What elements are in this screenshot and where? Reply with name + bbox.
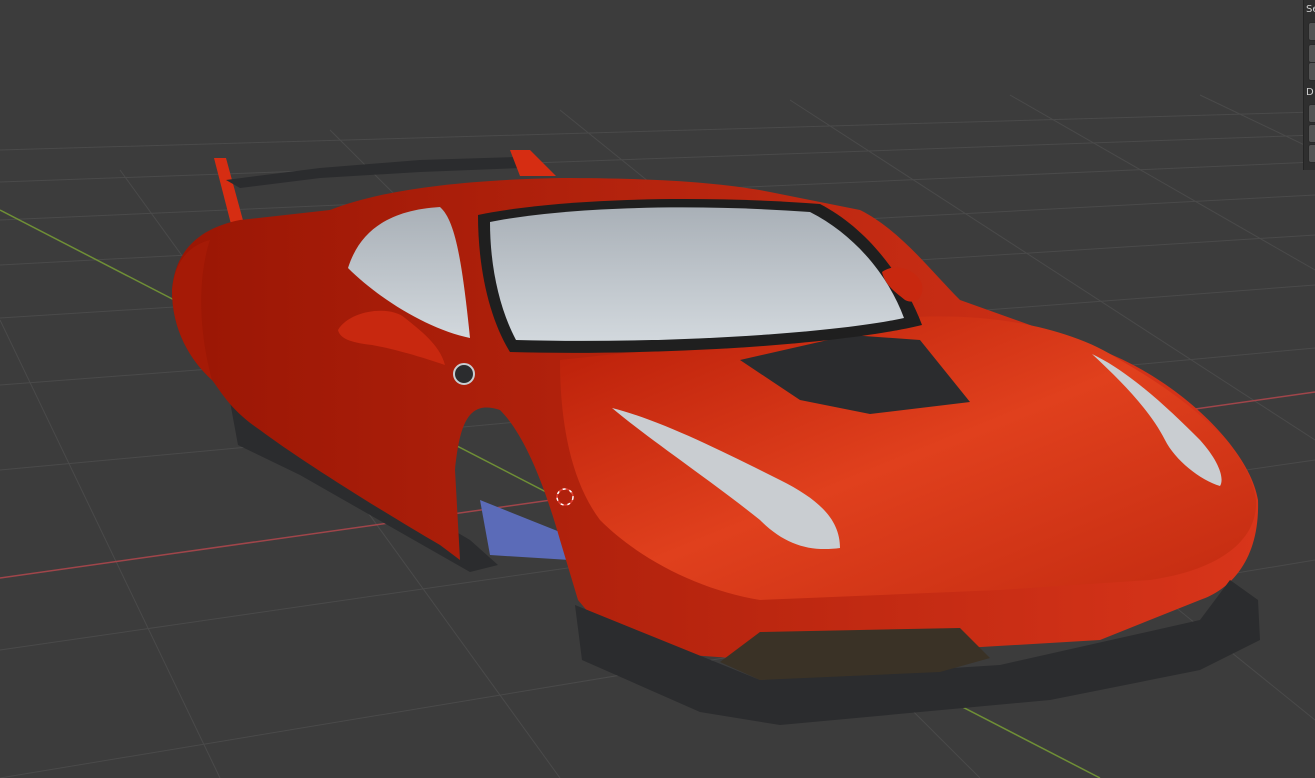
side-emblem [453, 363, 475, 385]
rear-wing-stand [214, 158, 244, 228]
panel-button[interactable] [1308, 144, 1315, 163]
3d-viewport[interactable]: Se D [0, 0, 1315, 778]
panel-button[interactable] [1308, 104, 1315, 123]
sports-car-model[interactable] [172, 150, 1260, 725]
panel-button[interactable] [1308, 22, 1315, 41]
section-label: Se [1306, 4, 1315, 15]
viewport-scene[interactable] [0, 0, 1315, 778]
rear-wing-endplate [510, 150, 556, 176]
panel-button[interactable] [1308, 62, 1315, 81]
panel-button[interactable] [1308, 124, 1315, 143]
section-label: D [1306, 87, 1314, 98]
properties-side-panel: Se D [1303, 0, 1315, 170]
panel-button[interactable] [1308, 44, 1315, 63]
